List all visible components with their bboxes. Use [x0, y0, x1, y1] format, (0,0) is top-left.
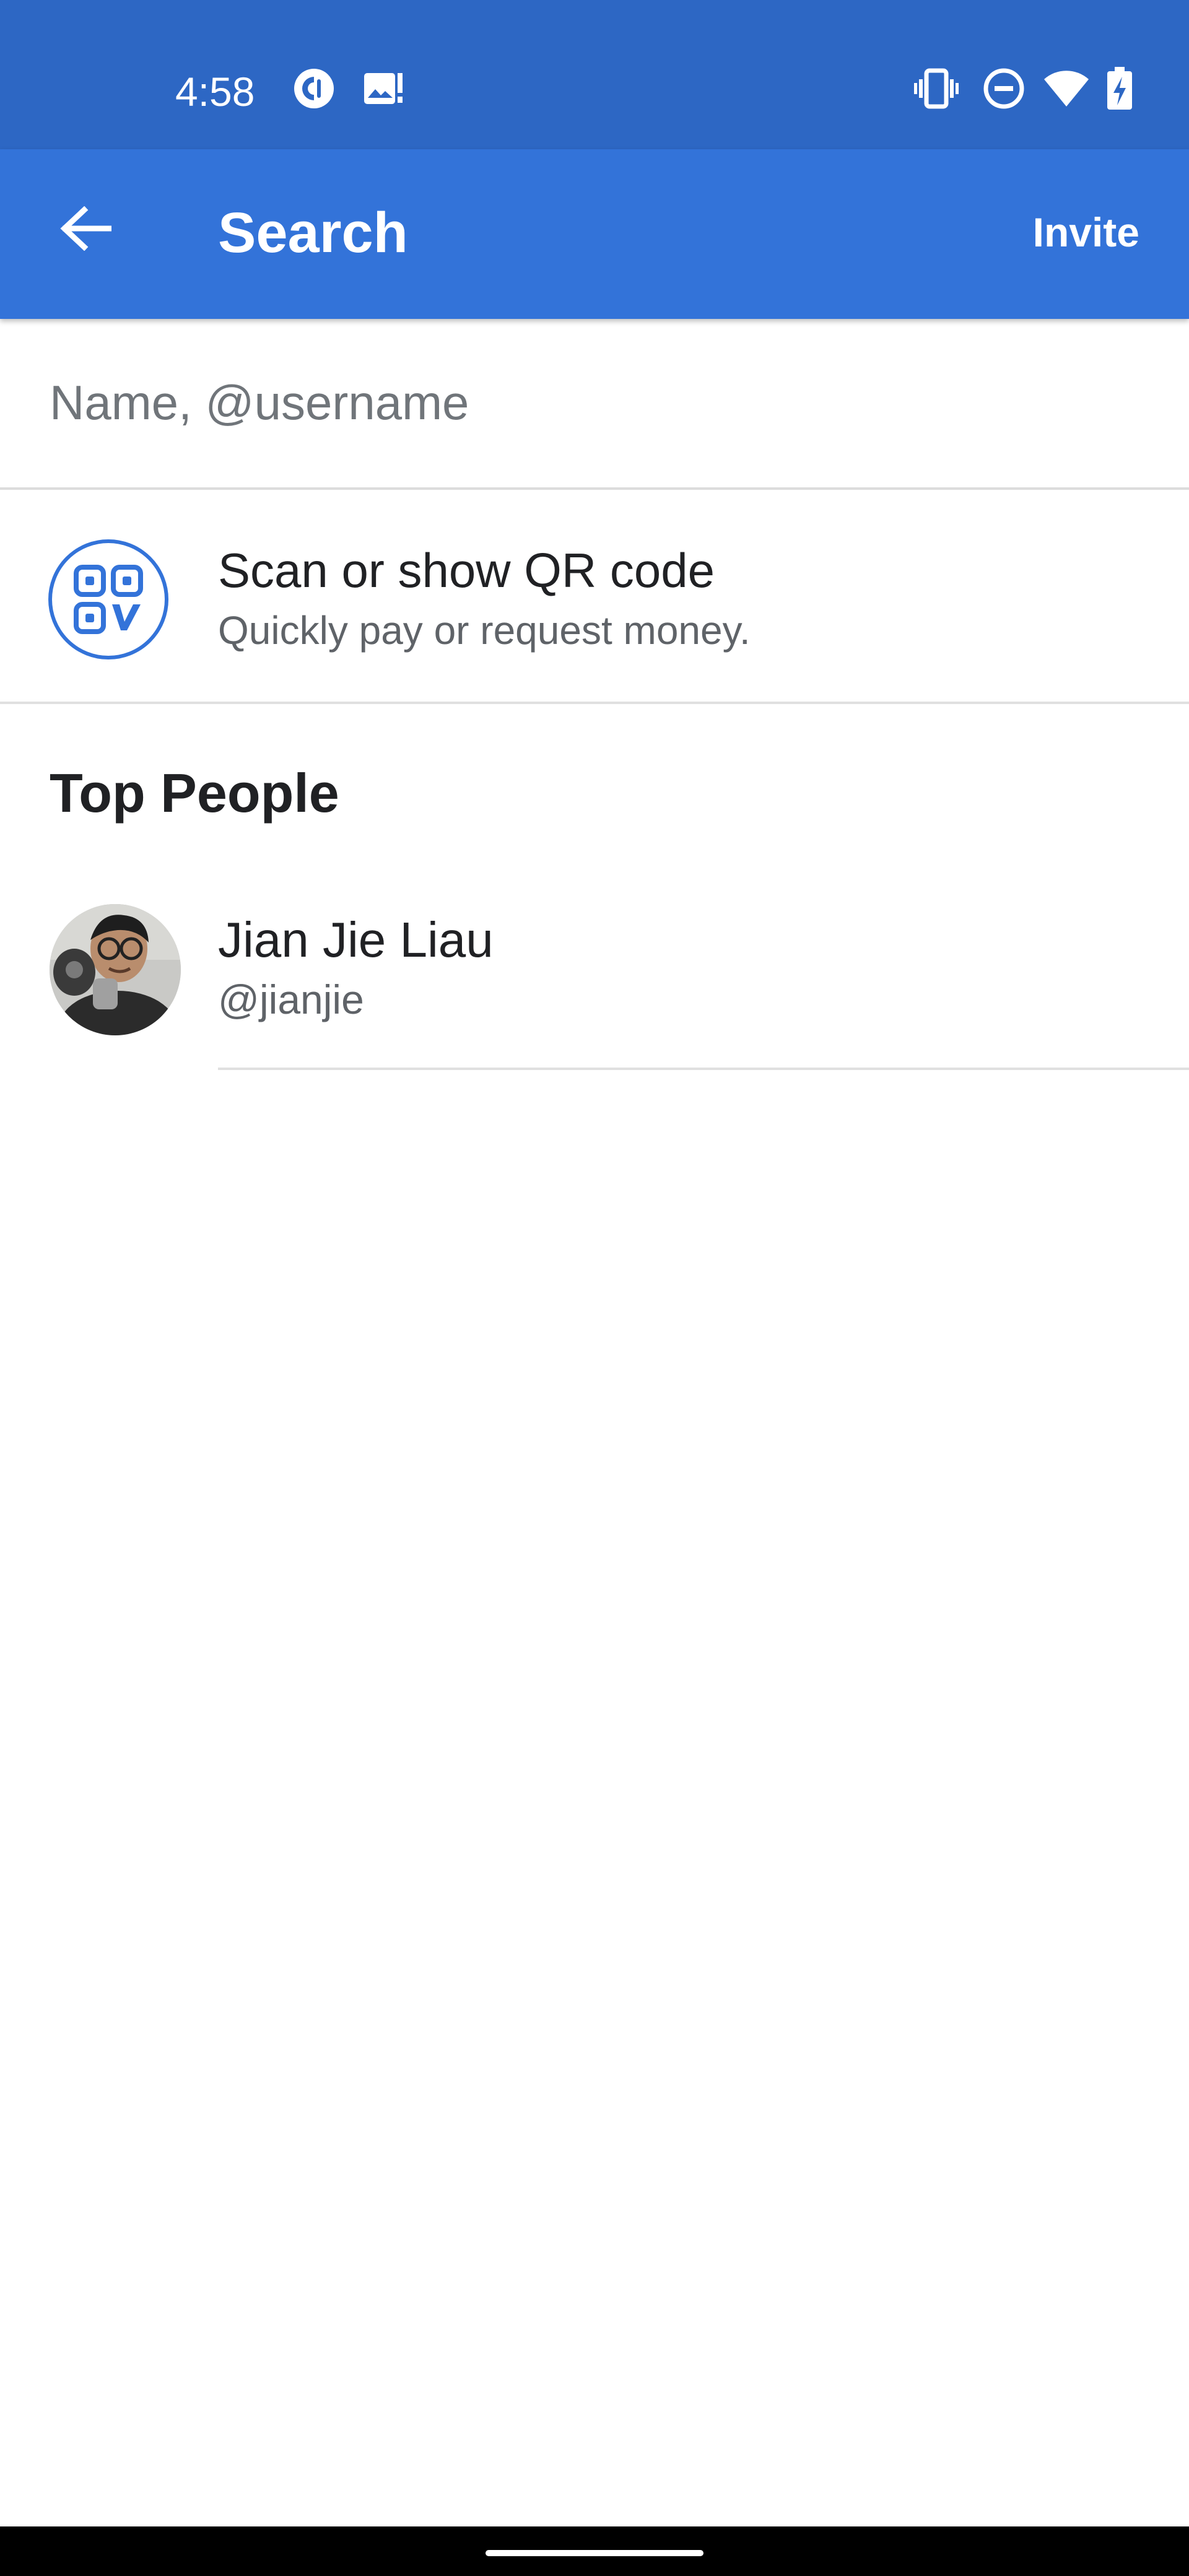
battery-charging-icon [1106, 67, 1133, 113]
back-button[interactable] [53, 189, 118, 268]
qr-item-subtitle: Quickly pay or request money. [218, 608, 751, 653]
home-gesture-handle[interactable] [486, 2550, 703, 2556]
vibrate-icon [914, 67, 959, 113]
top-people-heading: Top People [50, 762, 339, 824]
search-bar [0, 319, 1189, 490]
page-title: Search [218, 201, 408, 264]
search-input[interactable] [50, 368, 1139, 437]
do-not-disturb-icon [982, 67, 1026, 113]
divider [218, 1068, 1189, 1070]
person-list-item[interactable]: Jian Jie Liau @jianjie [0, 886, 1189, 1071]
person-name: Jian Jie Liau [218, 912, 494, 967]
system-nav-bar [0, 2526, 1189, 2576]
status-bar: 4:58 [0, 0, 1189, 149]
pocket-casts-icon [292, 67, 336, 113]
app-bar: Search Invite [0, 149, 1189, 319]
arrow-back-icon [60, 206, 111, 251]
invite-button[interactable]: Invite [1033, 202, 1139, 262]
qr-code-icon [48, 539, 168, 659]
image-notification-icon [362, 67, 405, 113]
qr-code-list-item[interactable]: Scan or show QR code Quickly pay or requ… [0, 490, 1189, 704]
qr-item-title: Scan or show QR code [218, 543, 715, 598]
avatar [50, 904, 181, 1035]
person-username: @jianjie [218, 977, 364, 1022]
wifi-icon [1043, 67, 1090, 113]
status-time: 4:58 [175, 69, 255, 115]
